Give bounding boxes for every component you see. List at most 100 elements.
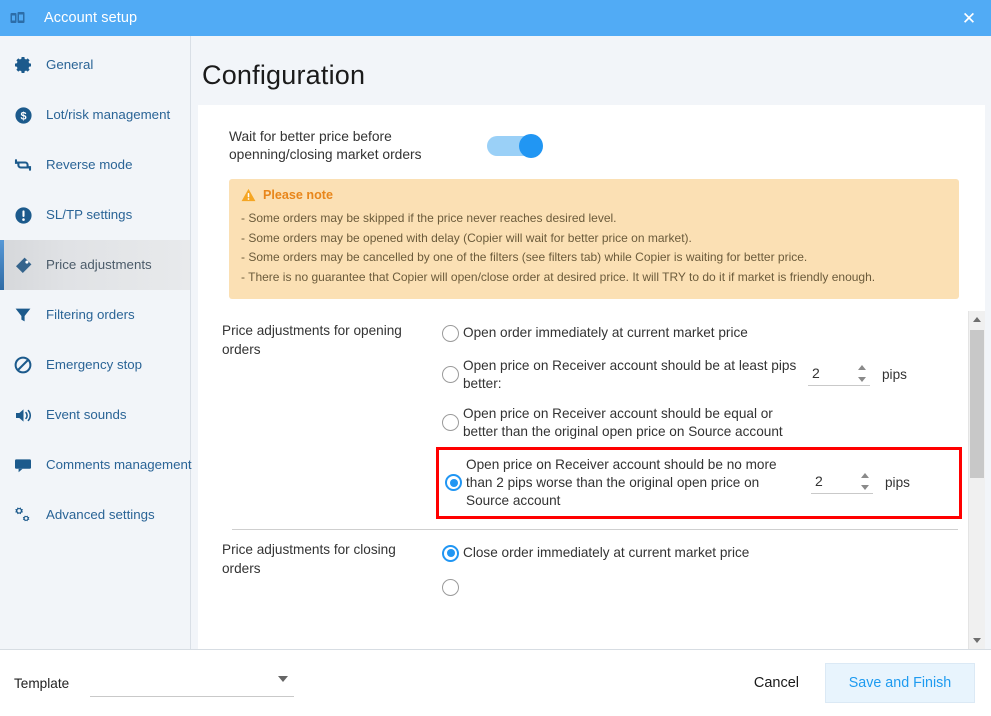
footer-bar: Template Cancel Save and Finish (0, 650, 991, 716)
option-label: Open order immediately at current market… (463, 325, 748, 341)
dollar-icon: $ (0, 106, 46, 125)
account-setup-window: Account setup ✕ General $ Lot/risk manag… (0, 0, 991, 716)
warning-triangle-icon (241, 188, 256, 202)
note-title: Please note (263, 188, 333, 203)
spinner-value: 2 (815, 473, 823, 490)
save-and-finish-button[interactable]: Save and Finish (825, 663, 975, 703)
window-titlebar: Account setup ✕ (0, 0, 991, 36)
scroll-up-icon[interactable] (969, 311, 985, 328)
spinner-arrows[interactable] (861, 472, 869, 490)
note-line: - Some orders may be skipped if the pric… (241, 211, 617, 226)
close-icon[interactable]: ✕ (947, 0, 991, 36)
spinner-value: 2 (812, 365, 820, 382)
closing-orders-group: Price adjustments for closing orders Clo… (222, 530, 968, 604)
refresh-icon (0, 155, 46, 175)
spinner-down-icon[interactable] (861, 484, 869, 490)
page-title: Configuration (202, 60, 366, 90)
note-line: - Some orders may be opened with delay (… (241, 230, 692, 245)
template-select[interactable] (90, 670, 295, 697)
sidebar-item-sltp-settings[interactable]: SL/TP settings (0, 190, 190, 240)
sidebar-item-comments-management[interactable]: Comments management (0, 440, 192, 490)
gears-icon (0, 504, 46, 526)
options-scrollbar[interactable] (968, 310, 985, 649)
wait-better-price-label: Wait for better price before openning/cl… (229, 129, 422, 162)
option-label: Open price on Receiver account should be… (466, 456, 777, 508)
option-label: Close order immediately at current marke… (463, 545, 750, 560)
exclamation-icon (0, 206, 46, 225)
window-body: General $ Lot/risk management Reverse mo… (0, 36, 991, 650)
note-line: - There is no guarantee that Copier will… (241, 269, 876, 284)
radio-open-no-more-than-worse[interactable] (445, 474, 462, 492)
spinner-unit: pips (882, 367, 907, 383)
sidebar-item-label: Advanced settings (46, 506, 155, 522)
option-label: Open price on Receiver account should be… (463, 357, 797, 391)
sidebar-item-label: Comments management (46, 456, 192, 472)
books-icon (0, 0, 36, 36)
comment-icon (0, 455, 46, 475)
pips-spinner-open-worse: 2 pips (811, 472, 910, 494)
sidebar-item-label: Lot/risk management (46, 106, 171, 122)
option-row[interactable]: Open price on Receiver account should be… (436, 351, 968, 399)
note-header: Please note (241, 188, 947, 202)
spinner-field[interactable]: 2 (811, 472, 873, 494)
note-line: - Some orders may be cancelled by one of… (241, 250, 808, 265)
sidebar-item-label: Event sounds (46, 406, 127, 422)
sidebar-item-label: Emergency stop (46, 356, 143, 372)
tag-icon (0, 255, 46, 276)
sidebar-item-emergency-stop[interactable]: Emergency stop (0, 340, 190, 390)
sidebar-item-filtering-orders[interactable]: Filtering orders (0, 290, 190, 340)
chevron-down-icon[interactable] (278, 675, 289, 682)
sidebar-item-lot-risk-management[interactable]: $ Lot/risk management (0, 90, 190, 140)
sidebar-item-price-adjustments[interactable]: Price adjustments (0, 240, 190, 290)
radio-open-at-least-better[interactable] (442, 366, 459, 384)
sidebar-item-general[interactable]: General (0, 40, 190, 90)
closing-orders-options: Close order immediately at current marke… (436, 536, 968, 604)
wait-better-price-toggle[interactable] (487, 133, 543, 158)
option-row[interactable]: Open price on Receiver account should be… (436, 399, 968, 447)
filter-icon (0, 305, 46, 325)
main-panel: Configuration Wait for better price befo… (191, 36, 991, 649)
no-entry-icon (0, 355, 46, 375)
sidebar-item-label: Filtering orders (46, 306, 135, 322)
spinner-unit: pips (885, 475, 910, 491)
spinner-up-icon[interactable] (861, 472, 869, 478)
sidebar-item-label: General (46, 56, 94, 72)
scrollbar-thumb[interactable] (970, 329, 984, 478)
sidebar-item-advanced-settings[interactable]: Advanced settings (0, 490, 190, 540)
configuration-card: Wait for better price before openning/cl… (198, 105, 985, 649)
spinner-down-icon[interactable] (858, 376, 866, 382)
sidebar-item-reverse-mode[interactable]: Reverse mode (0, 140, 190, 190)
sidebar: General $ Lot/risk management Reverse mo… (0, 36, 192, 649)
option-row-partial[interactable] (436, 570, 968, 604)
option-row[interactable]: Close order immediately at current marke… (436, 536, 968, 570)
closing-orders-label: Price adjustments for closing orders (222, 542, 396, 577)
option-label: Open price on Receiver account should be… (463, 405, 783, 439)
radio-open-equal-or-better[interactable] (442, 414, 459, 432)
spinner-field[interactable]: 2 (808, 364, 870, 386)
options-scroll-region: Price adjustments for opening orders Ope… (198, 310, 985, 649)
sidebar-item-label: SL/TP settings (46, 206, 133, 222)
sidebar-item-label: Price adjustments (46, 256, 152, 272)
opening-orders-group: Price adjustments for opening orders Ope… (222, 311, 968, 520)
window-title: Account setup (44, 10, 138, 26)
radio-close-at-least-better[interactable] (442, 578, 459, 596)
option-row[interactable]: Open order immediately at current market… (436, 317, 968, 351)
svg-text:$: $ (20, 110, 26, 122)
opening-orders-label: Price adjustments for opening orders (222, 322, 402, 357)
spinner-up-icon[interactable] (858, 364, 866, 370)
sidebar-item-label: Reverse mode (46, 156, 133, 172)
option-row-highlighted[interactable]: Open price on Receiver account should be… (436, 446, 962, 520)
cancel-button[interactable]: Cancel (754, 675, 799, 691)
please-note-box: Please note - Some orders may be skipped… (229, 179, 959, 299)
gear-icon (0, 55, 46, 75)
template-label: Template (14, 675, 70, 691)
spinner-arrows[interactable] (858, 364, 866, 382)
radio-open-immediately[interactable] (442, 325, 459, 342)
radio-close-immediately[interactable] (442, 544, 459, 562)
options-content: Price adjustments for opening orders Ope… (198, 311, 968, 605)
pips-spinner-open-better: 2 pips (808, 364, 907, 386)
speaker-icon (0, 405, 46, 426)
scroll-down-icon[interactable] (969, 632, 985, 649)
sidebar-item-event-sounds[interactable]: Event sounds (0, 390, 190, 440)
toggle-knob (519, 133, 543, 158)
